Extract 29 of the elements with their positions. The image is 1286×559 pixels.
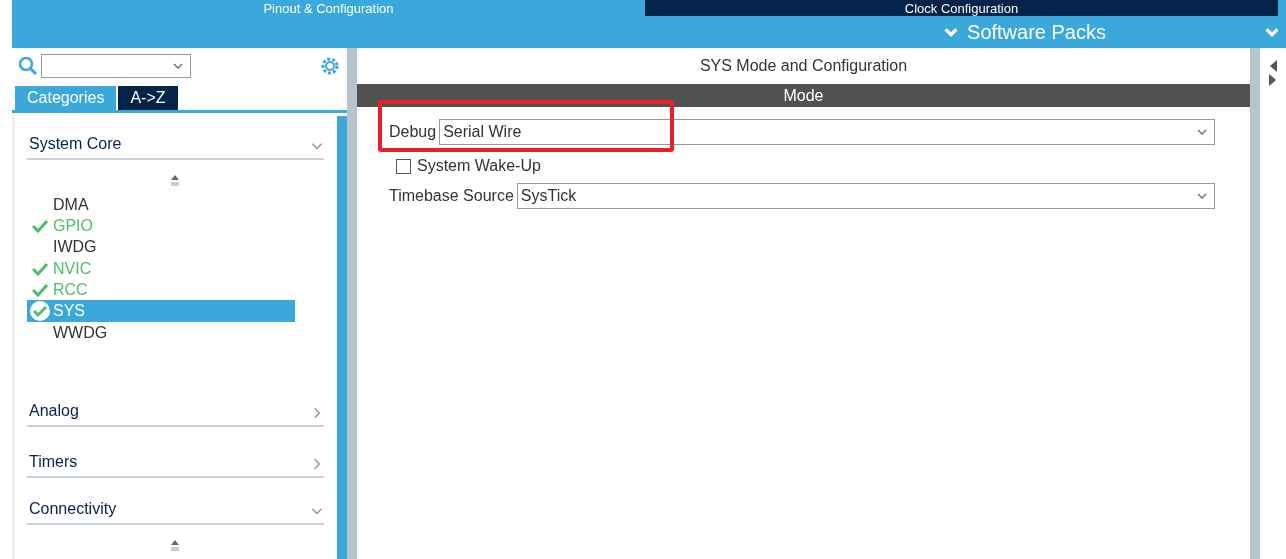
field-label: Timebase Source: [389, 187, 514, 205]
search-icon[interactable]: [18, 56, 38, 76]
check-icon: [32, 261, 48, 276]
scrollbar[interactable]: [337, 116, 347, 559]
category-header[interactable]: Timers: [27, 440, 324, 478]
category-header[interactable]: Connectivity: [27, 487, 324, 525]
scroll-up-icon: [169, 174, 180, 188]
scrollbar[interactable]: [1250, 48, 1260, 559]
checkbox-label: System Wake-Up: [417, 157, 541, 175]
scroll-up-icon: [169, 538, 180, 553]
peripheral-item[interactable]: WWDG: [27, 322, 295, 344]
check-icon: [32, 282, 48, 297]
field-label: Debug: [389, 123, 437, 141]
checkbox[interactable]: [396, 158, 411, 174]
settings-icon[interactable]: [319, 55, 341, 77]
check-icon: [32, 218, 48, 233]
section-header: Mode: [357, 84, 1250, 107]
top-tab[interactable]: Clock Configuration: [645, 0, 1278, 16]
category-tab[interactable]: A->Z: [118, 86, 178, 110]
category-header[interactable]: Analog: [27, 389, 324, 427]
dropdown[interactable]: SysTick: [516, 183, 1215, 209]
peripheral-item[interactable]: IWDG: [27, 236, 295, 258]
collapse-icon[interactable]: [1268, 58, 1278, 88]
dropdown[interactable]: Serial Wire: [439, 119, 1215, 145]
peripheral-item[interactable]: DMA: [27, 194, 295, 216]
panel-title: SYS Mode and Configuration: [698, 56, 909, 76]
category-header[interactable]: System Core: [27, 123, 324, 160]
check-circle-icon: [29, 300, 51, 323]
search-field[interactable]: [41, 54, 191, 78]
